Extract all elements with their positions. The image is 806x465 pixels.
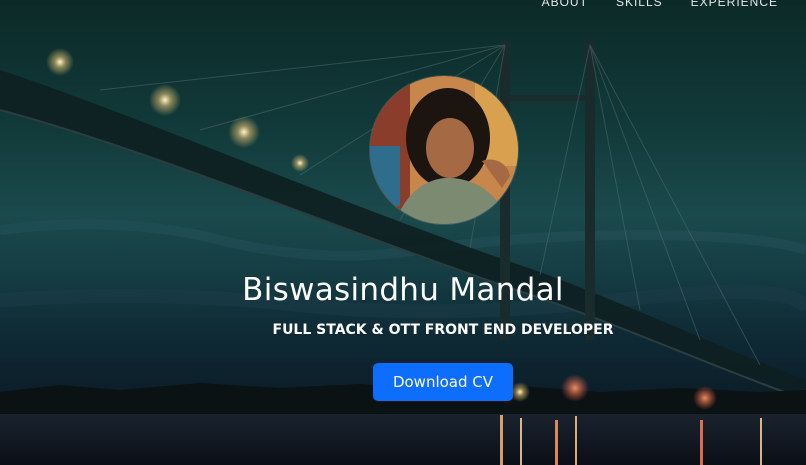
top-navigation: ABOUT SKILLS EXPERIENCE	[542, 0, 778, 8]
nav-link-skills[interactable]: SKILLS	[616, 0, 663, 8]
hero-section: ABOUT SKILLS EXPERIENCE Biswasindhu Mand…	[0, 0, 806, 465]
nav-link-experience[interactable]: EXPERIENCE	[691, 0, 778, 8]
hero-job-title: FULL STACK & OTT FRONT END DEVELOPER	[272, 322, 614, 338]
nav-link-about[interactable]: ABOUT	[542, 0, 588, 8]
profile-avatar	[369, 75, 519, 225]
download-cv-button[interactable]: Download CV	[373, 363, 513, 401]
hero-name: Biswasindhu Mandal	[242, 272, 564, 308]
